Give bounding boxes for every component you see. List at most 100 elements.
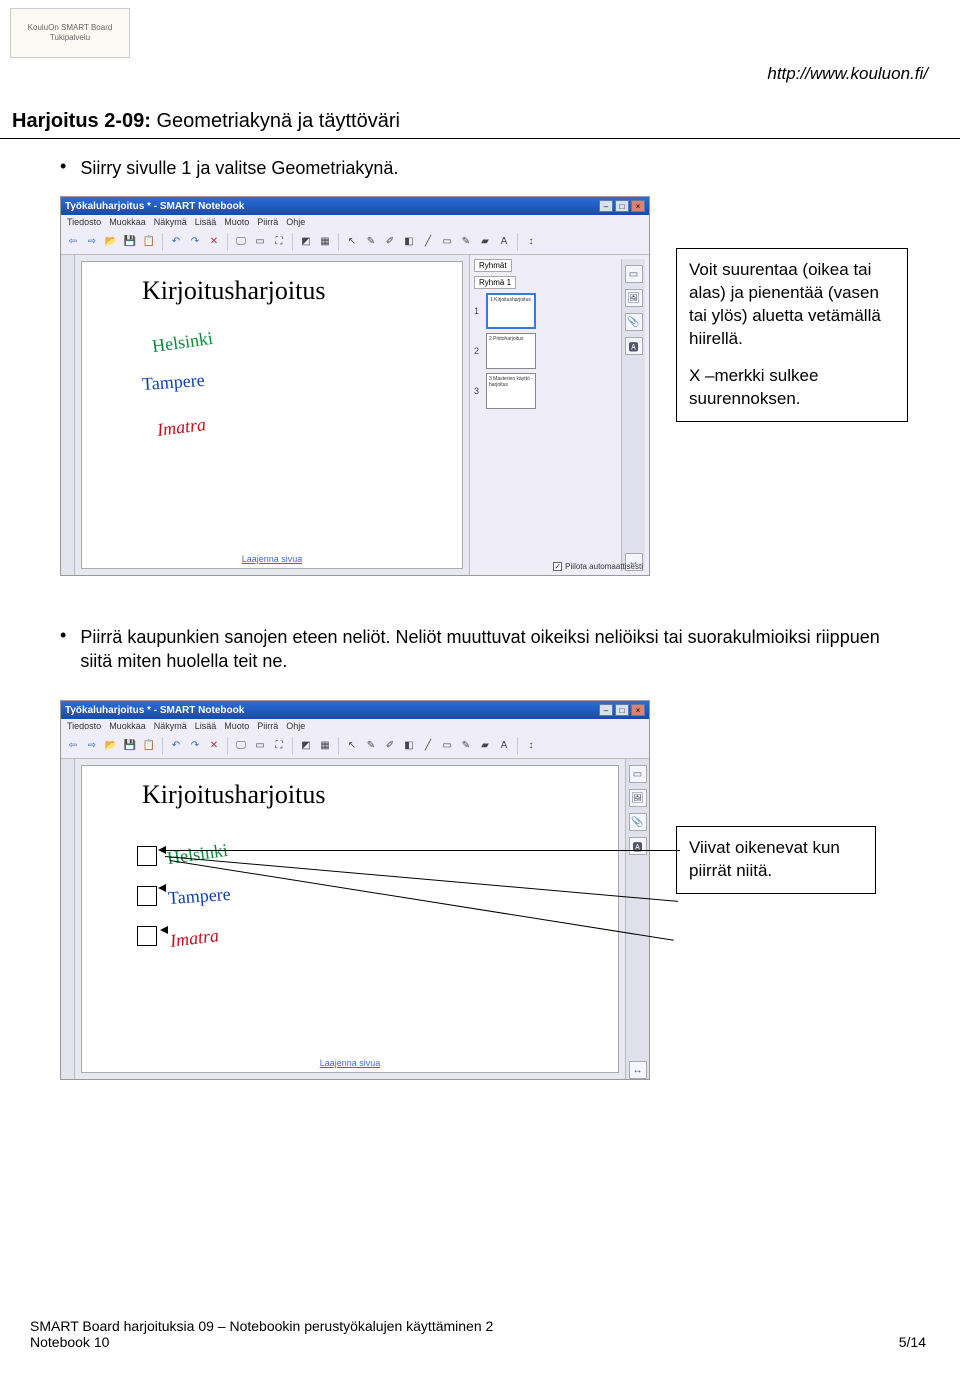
undo-icon[interactable]: ↶ xyxy=(168,234,184,250)
separator-icon xyxy=(227,233,228,251)
fill-icon[interactable]: ▰ xyxy=(477,234,493,250)
arrow-head-icon xyxy=(158,884,166,892)
shade-icon[interactable]: ▭ xyxy=(252,234,268,250)
arrow-line xyxy=(160,850,680,851)
callout-2-text: Viivat oikenevat kun piirrät niitä. xyxy=(689,837,863,883)
menu-item[interactable]: Muoto xyxy=(224,721,249,731)
paste-icon[interactable]: 📋 xyxy=(141,234,157,250)
gallery-tab-icon[interactable]: 🖼 xyxy=(629,789,647,807)
pen-icon[interactable]: ✎ xyxy=(363,234,379,250)
page-thumbnail[interactable]: 2 Piirtoharjoitus xyxy=(486,333,536,369)
heading-rest: Geometriakynä ja täyttöväri xyxy=(151,110,400,132)
maximize-icon[interactable]: □ xyxy=(615,704,629,716)
attachments-tab-icon[interactable]: 📎 xyxy=(625,313,643,331)
forward-icon[interactable]: ⇨ xyxy=(84,738,100,754)
eraser-icon[interactable]: ◧ xyxy=(401,234,417,250)
maximize-icon[interactable]: □ xyxy=(615,200,629,212)
shape-icon[interactable]: ▭ xyxy=(439,234,455,250)
open-icon[interactable]: 📂 xyxy=(103,234,119,250)
page-number: 5/14 xyxy=(899,1334,926,1350)
menu-item[interactable]: Lisää xyxy=(195,721,217,731)
redo-icon[interactable]: ↷ xyxy=(187,234,203,250)
paste-icon[interactable]: 📋 xyxy=(141,738,157,754)
minimize-icon[interactable]: – xyxy=(599,200,613,212)
page-thumbnail[interactable]: 3 Masterien käyttö -harjoitus xyxy=(486,373,536,409)
menu-item[interactable]: Ohje xyxy=(286,217,305,227)
redo-icon[interactable]: ↷ xyxy=(187,738,203,754)
screen-icon[interactable]: 🖵 xyxy=(233,234,249,250)
menu-item[interactable]: Piirrä xyxy=(257,721,278,731)
menu-item[interactable]: Ohje xyxy=(286,721,305,731)
line-icon[interactable]: ╱ xyxy=(420,234,436,250)
city-tampere: Tampere xyxy=(167,884,231,909)
side-tab[interactable]: Ryhmä 1 xyxy=(474,276,516,289)
expand-page-link[interactable]: Laajenna sivua xyxy=(242,554,303,564)
menu-item[interactable]: Lisää xyxy=(195,217,217,227)
menu-item[interactable]: Muokkaa xyxy=(109,217,146,227)
screen-icon[interactable]: 🖵 xyxy=(233,738,249,754)
close-icon[interactable]: × xyxy=(631,200,645,212)
forward-icon[interactable]: ⇨ xyxy=(84,234,100,250)
properties-tab-icon[interactable]: 🅰 xyxy=(629,837,647,855)
callout-box-2: Viivat oikenevat kun piirrät niitä. xyxy=(676,826,876,894)
back-icon[interactable]: ⇦ xyxy=(65,738,81,754)
expand-page-link[interactable]: Laajenna sivua xyxy=(320,1058,381,1068)
separator-icon xyxy=(162,737,163,755)
canvas-area[interactable]: Kirjoitusharjoitus Helsinki Tampere Imat… xyxy=(81,261,463,569)
line-icon[interactable]: ╱ xyxy=(420,738,436,754)
checkbox-icon[interactable]: ✓ xyxy=(553,562,562,571)
table-icon[interactable]: ▦ xyxy=(317,738,333,754)
fill-icon[interactable]: ▰ xyxy=(477,738,493,754)
properties-tab-icon[interactable]: 🅰 xyxy=(625,337,643,355)
open-icon[interactable]: 📂 xyxy=(103,738,119,754)
eraser-icon[interactable]: ◧ xyxy=(401,738,417,754)
page-footer: SMART Board harjoituksia 09 – Notebookin… xyxy=(30,1318,493,1350)
toolbar: ⇦ ⇨ 📂 💾 📋 ↶ ↷ ✕ 🖵 ▭ ⛶ ◩ ▦ ↖ ✎ ✐ ◧ ╱ ▭ ✎ … xyxy=(61,733,649,759)
capture-icon[interactable]: ◩ xyxy=(298,234,314,250)
creative-pen-icon[interactable]: ✐ xyxy=(382,234,398,250)
menu-item[interactable]: Näkymä xyxy=(154,721,187,731)
table-icon[interactable]: ▦ xyxy=(317,234,333,250)
fullscreen-icon[interactable]: ⛶ xyxy=(271,738,287,754)
delete-icon[interactable]: ✕ xyxy=(206,738,222,754)
move-panel-icon[interactable]: ↔ xyxy=(629,1061,647,1079)
menu-item[interactable]: Tiedosto xyxy=(67,217,101,227)
header-url: http://www.kouluon.fi/ xyxy=(767,64,928,84)
menu-item[interactable]: Näkymä xyxy=(154,217,187,227)
menu-item[interactable]: Piirrä xyxy=(257,217,278,227)
heading-prefix: Harjoitus 2-09: xyxy=(12,110,151,132)
page-thumbnail[interactable]: 1 Kirjoitusharjoitus xyxy=(486,293,536,329)
text-icon[interactable]: A xyxy=(496,738,512,754)
menu-item[interactable]: Muoto xyxy=(224,217,249,227)
pointer-icon[interactable]: ↖ xyxy=(344,738,360,754)
magic-pen-icon[interactable]: ✎ xyxy=(458,234,474,250)
back-icon[interactable]: ⇦ xyxy=(65,234,81,250)
separator-icon xyxy=(292,737,293,755)
menu-item[interactable]: Muokkaa xyxy=(109,721,146,731)
pen-icon[interactable]: ✎ xyxy=(363,738,379,754)
shape-icon[interactable]: ▭ xyxy=(439,738,455,754)
move-toolbar-icon[interactable]: ↕ xyxy=(523,234,539,250)
delete-icon[interactable]: ✕ xyxy=(206,234,222,250)
save-icon[interactable]: 💾 xyxy=(122,738,138,754)
menu-item[interactable]: Tiedosto xyxy=(67,721,101,731)
undo-icon[interactable]: ↶ xyxy=(168,738,184,754)
shade-icon[interactable]: ▭ xyxy=(252,738,268,754)
creative-pen-icon[interactable]: ✐ xyxy=(382,738,398,754)
save-icon[interactable]: 💾 xyxy=(122,234,138,250)
magic-pen-icon[interactable]: ✎ xyxy=(458,738,474,754)
fullscreen-icon[interactable]: ⛶ xyxy=(271,234,287,250)
capture-icon[interactable]: ◩ xyxy=(298,738,314,754)
close-icon[interactable]: × xyxy=(631,704,645,716)
minimize-icon[interactable]: – xyxy=(599,704,613,716)
pointer-icon[interactable]: ↖ xyxy=(344,234,360,250)
side-tab[interactable]: Ryhmät xyxy=(474,259,512,272)
pages-tab-icon[interactable]: ▭ xyxy=(625,265,643,283)
gallery-tab-icon[interactable]: 🖼 xyxy=(625,289,643,307)
pages-tab-icon[interactable]: ▭ xyxy=(629,765,647,783)
attachments-tab-icon[interactable]: 📎 xyxy=(629,813,647,831)
move-toolbar-icon[interactable]: ↕ xyxy=(523,738,539,754)
autohide-checkbox[interactable]: ✓ Piilota automaattisesti xyxy=(553,562,643,571)
arrow-head-icon xyxy=(160,926,168,934)
text-icon[interactable]: A xyxy=(496,234,512,250)
